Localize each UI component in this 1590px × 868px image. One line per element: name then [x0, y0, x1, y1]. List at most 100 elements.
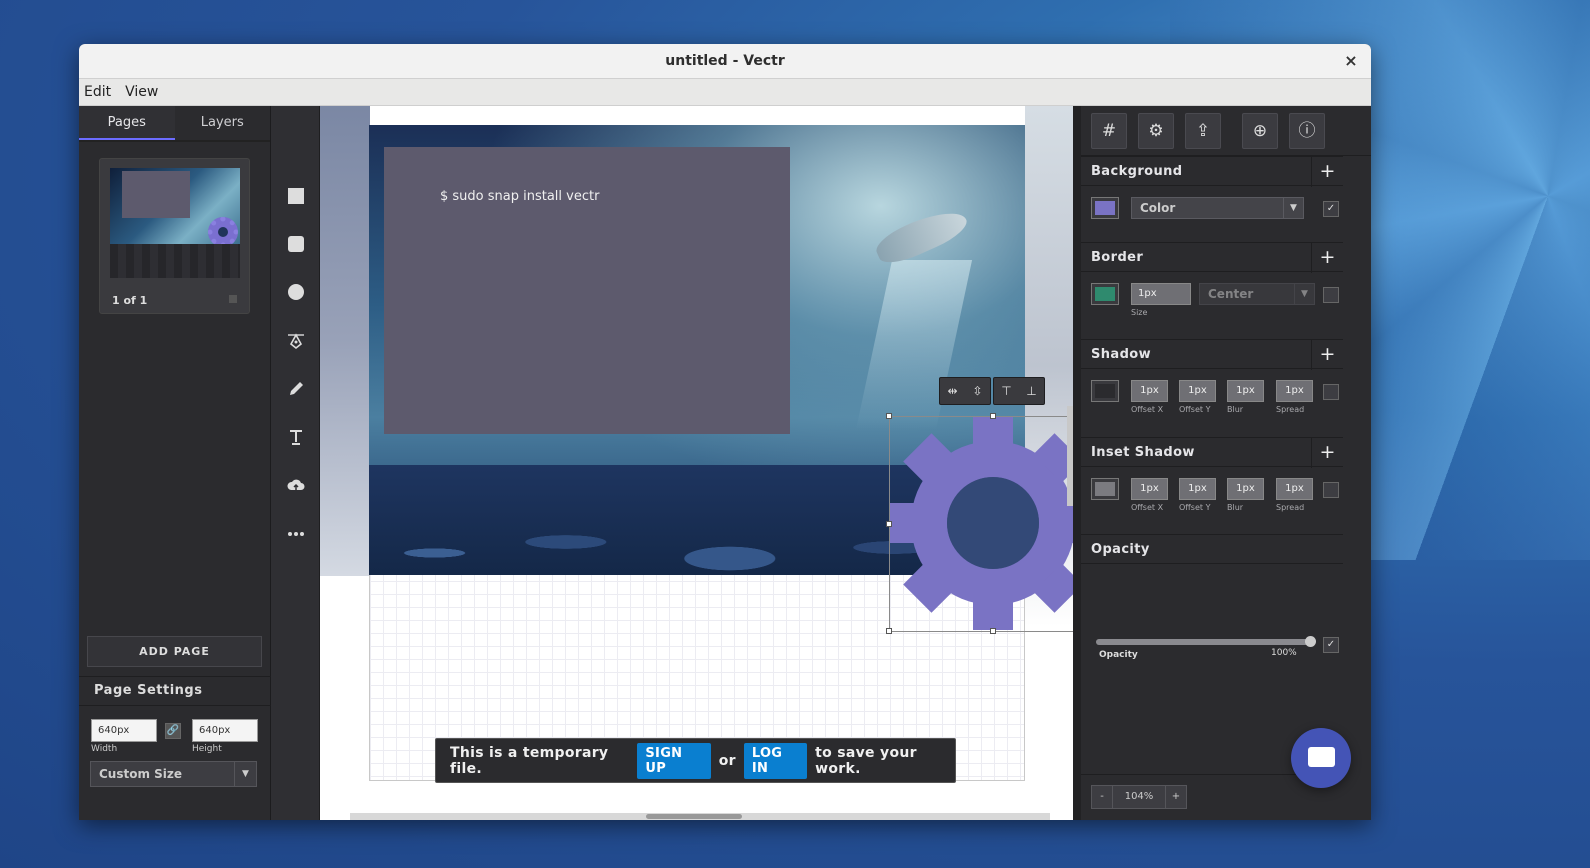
info-icon[interactable]: ⓘ: [1289, 112, 1325, 149]
export-icon[interactable]: ⇪: [1185, 112, 1221, 149]
upload-icon[interactable]: [285, 476, 307, 498]
shadow-offset-x-label: Offset X: [1131, 405, 1164, 414]
border-color-swatch[interactable]: [1091, 283, 1119, 305]
border-enabled-checkbox[interactable]: [1323, 287, 1339, 303]
tab-pages[interactable]: Pages: [79, 106, 175, 140]
zoom-level[interactable]: 104%: [1112, 785, 1166, 809]
grid-icon[interactable]: #: [1091, 112, 1127, 149]
resize-handle[interactable]: [886, 413, 892, 419]
flip-vertical-icon[interactable]: ⇳: [965, 378, 990, 404]
page-count: 1 of 1: [112, 294, 148, 307]
send-backward-icon[interactable]: ⊥: [1019, 378, 1044, 404]
inset-blur-input[interactable]: 1px: [1227, 478, 1264, 500]
inset-offset-x-input[interactable]: 1px: [1131, 478, 1168, 500]
opacity-title: Opacity: [1091, 542, 1150, 557]
text-tool-icon[interactable]: [285, 428, 307, 450]
horizontal-scrollbar[interactable]: [350, 813, 1050, 820]
resize-handle[interactable]: [990, 628, 996, 634]
ellipse-tool-icon[interactable]: [285, 283, 307, 305]
sign-up-button[interactable]: SIGN UP: [637, 742, 711, 779]
background-type-select[interactable]: Color ▼: [1131, 197, 1304, 219]
toast-or: or: [718, 752, 736, 769]
text-rectangle[interactable]: $ sudo snap install vectr: [384, 147, 790, 434]
chevron-down-icon: ▼: [1294, 284, 1314, 304]
zoom-in-button[interactable]: +: [1165, 785, 1187, 809]
shadow-offset-x-input[interactable]: 1px: [1131, 380, 1168, 402]
zoom-out-button[interactable]: -: [1091, 785, 1113, 809]
add-shadow-icon[interactable]: +: [1311, 340, 1343, 370]
tool-bar: [271, 106, 320, 820]
canvas[interactable]: $ sudo snap install vectr ⇹ ⇳ ⊤ ⊥ This i…: [320, 106, 1073, 820]
add-inset-shadow-icon[interactable]: +: [1311, 438, 1343, 468]
pen-tool-icon[interactable]: [285, 332, 307, 354]
toast-text-end: to save your work.: [815, 744, 917, 777]
opacity-fill: [1096, 639, 1314, 645]
page-options-icon[interactable]: [229, 295, 237, 303]
temporary-file-toast: This is a temporary file. SIGN UP or LOG…: [435, 738, 956, 783]
background-color-swatch[interactable]: [1091, 197, 1119, 219]
toast-text: This is a temporary file.: [450, 744, 609, 777]
border-position-select[interactable]: Center ▼: [1199, 283, 1315, 305]
command-text[interactable]: $ sudo snap install vectr: [440, 189, 599, 204]
rounded-rectangle-tool-icon[interactable]: [285, 235, 307, 257]
panel-toolbar: # ⚙ ⇪ ⊕ ⓘ: [1081, 106, 1371, 156]
tab-layers[interactable]: Layers: [175, 106, 271, 140]
page-width-input[interactable]: 640px: [91, 719, 157, 742]
add-border-icon[interactable]: +: [1311, 243, 1343, 273]
page-thumbnail-card[interactable]: 1 of 1: [99, 158, 250, 314]
shadow-spread-input[interactable]: 1px: [1276, 380, 1313, 402]
page-size-select[interactable]: Custom Size ▼: [90, 761, 257, 787]
inset-offset-y-label: Offset Y: [1179, 503, 1211, 512]
menu-edit[interactable]: Edit: [84, 84, 111, 100]
shadow-blur-input[interactable]: 1px: [1227, 380, 1264, 402]
more-icon[interactable]: [285, 525, 307, 547]
page-height-input[interactable]: 640px: [192, 719, 258, 742]
inset-spread-input[interactable]: 1px: [1276, 478, 1313, 500]
resize-handle[interactable]: [886, 628, 892, 634]
shadow-title: Shadow: [1091, 347, 1152, 362]
page-settings-title: Page Settings: [79, 676, 271, 706]
shadow-blur-label: Blur: [1227, 405, 1244, 414]
inset-blur-label: Blur: [1227, 503, 1244, 512]
shadow-enabled-checkbox[interactable]: [1323, 384, 1339, 400]
shadow-offset-y-input[interactable]: 1px: [1179, 380, 1216, 402]
page-settings-icon[interactable]: ⚙: [1138, 112, 1174, 149]
opacity-label: Opacity: [1099, 650, 1138, 660]
chat-icon[interactable]: [1291, 728, 1351, 788]
resize-handle[interactable]: [990, 413, 996, 419]
background-section: Background +: [1081, 156, 1343, 187]
opacity-slider[interactable]: [1096, 636, 1316, 647]
window-title: untitled - Vectr: [665, 53, 785, 69]
page-thumbnail[interactable]: [110, 168, 240, 278]
inset-shadow-color-swatch[interactable]: [1091, 478, 1119, 500]
width-label: Width: [91, 744, 118, 754]
opacity-enabled-checkbox[interactable]: ✓: [1323, 637, 1339, 653]
close-icon[interactable]: ×: [1341, 51, 1361, 71]
opacity-knob[interactable]: [1305, 636, 1316, 647]
bring-forward-icon[interactable]: ⊤: [994, 378, 1019, 404]
inset-shadow-title: Inset Shadow: [1091, 445, 1195, 460]
menu-bar: Edit View: [79, 79, 1371, 106]
flip-horizontal-icon[interactable]: ⇹: [940, 378, 965, 404]
add-background-icon[interactable]: +: [1311, 157, 1343, 187]
background-type-value: Color: [1140, 201, 1176, 215]
scroll-thumb[interactable]: [646, 814, 742, 819]
menu-view[interactable]: View: [125, 84, 158, 100]
inset-shadow-section: Inset Shadow +: [1081, 437, 1343, 468]
link-icon[interactable]: 🔗: [165, 723, 181, 739]
background-title: Background: [1091, 164, 1183, 179]
resize-handle[interactable]: [886, 521, 892, 527]
add-page-button[interactable]: ADD PAGE: [87, 636, 262, 667]
shadow-color-swatch[interactable]: [1091, 380, 1119, 402]
border-section: Border +: [1081, 242, 1343, 273]
new-document-icon[interactable]: ⊕: [1242, 112, 1278, 149]
border-size-input[interactable]: 1px: [1131, 283, 1191, 305]
chevron-down-icon: ▼: [234, 762, 256, 786]
log-in-button[interactable]: LOG IN: [743, 742, 808, 779]
canvas-backdrop: [320, 106, 370, 576]
rectangle-tool-icon[interactable]: [285, 187, 307, 209]
inset-offset-y-input[interactable]: 1px: [1179, 478, 1216, 500]
inset-shadow-enabled-checkbox[interactable]: [1323, 482, 1339, 498]
background-enabled-checkbox[interactable]: ✓: [1323, 201, 1339, 217]
pencil-tool-icon[interactable]: [285, 380, 307, 402]
